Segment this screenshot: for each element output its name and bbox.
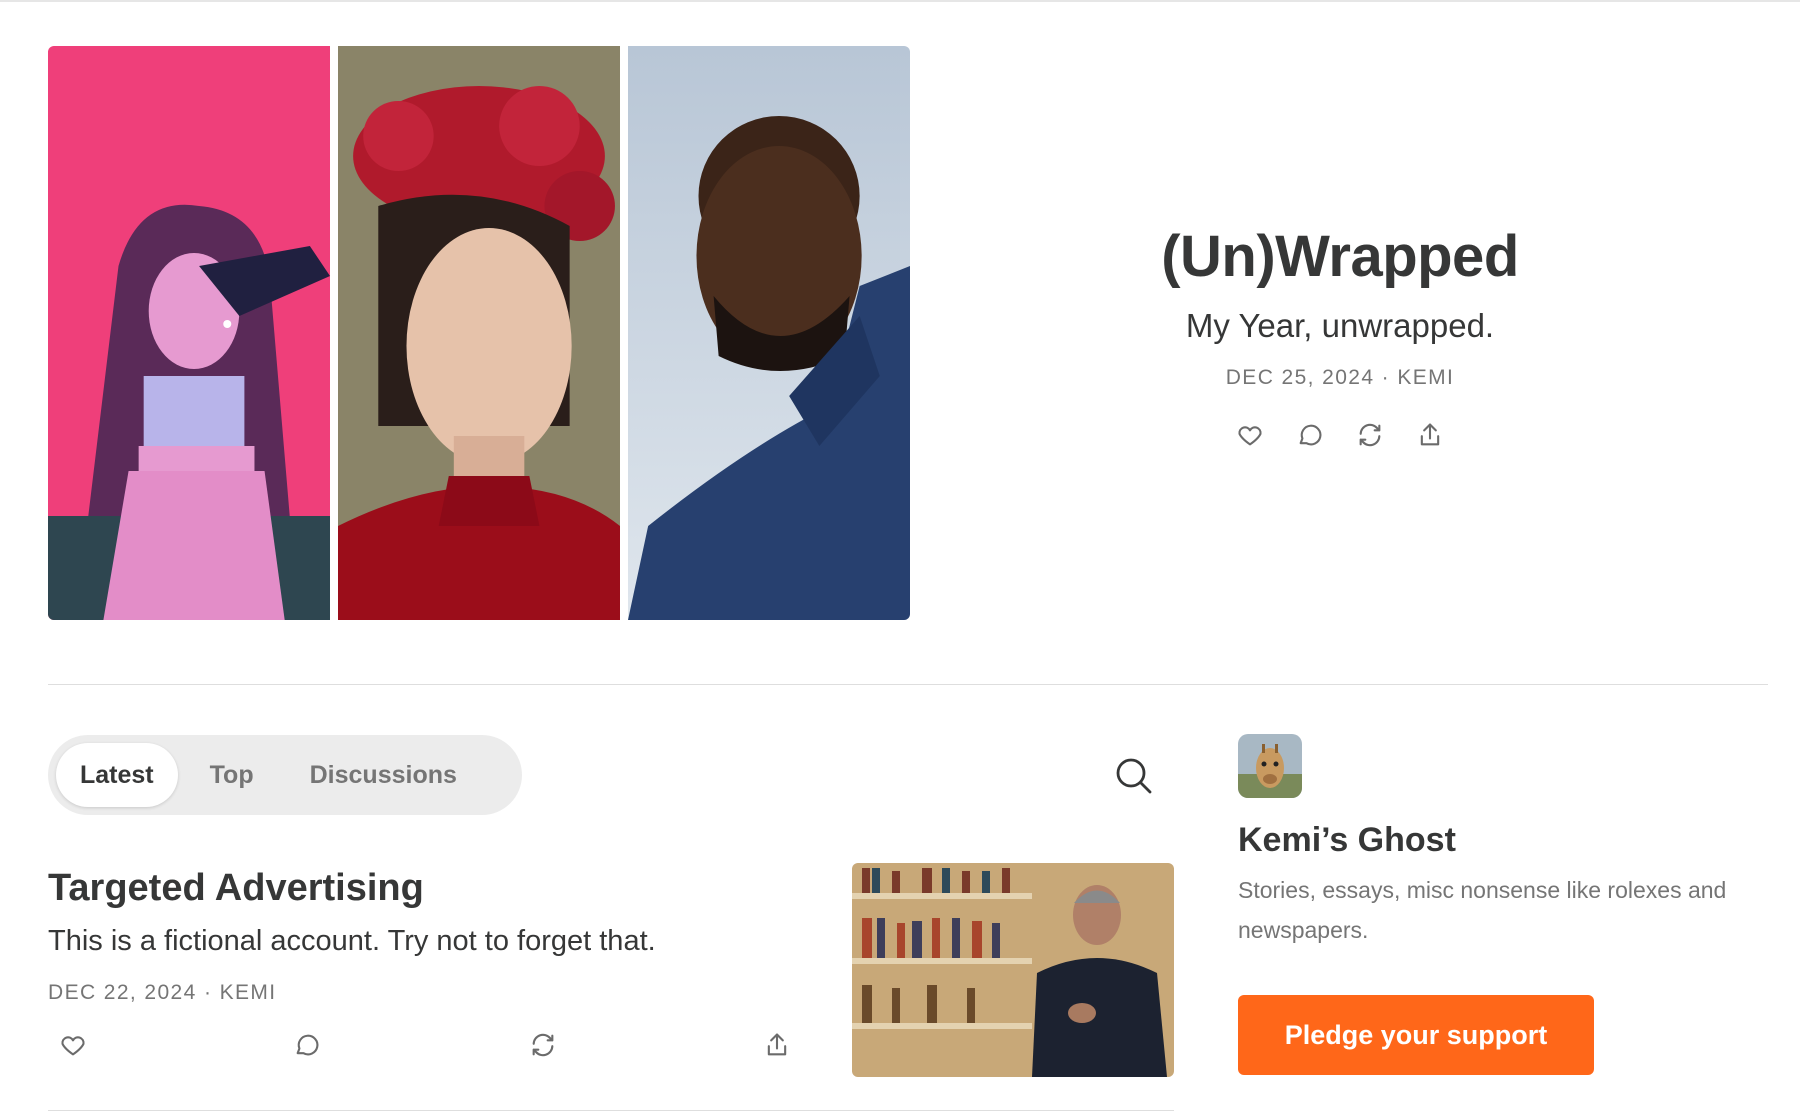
search-icon[interactable] (1112, 754, 1154, 796)
post-actions (56, 1028, 796, 1062)
tab-discussions[interactable]: Discussions (286, 743, 481, 807)
hero-post-title[interactable]: (Un)Wrapped (1090, 222, 1590, 292)
pledge-support-button[interactable]: Pledge your support (1238, 995, 1594, 1075)
hero-actions (1090, 418, 1590, 452)
share-icon[interactable] (1413, 418, 1447, 452)
hero-post-subtitle: My Year, unwrapped. (1185, 306, 1495, 344)
heart-icon[interactable] (1233, 418, 1267, 452)
post-subtitle: This is a fictional account. Try not to … (48, 925, 656, 957)
post-filter-tabs: Latest Top Discussions (48, 735, 522, 815)
post-divider (48, 1110, 1174, 1111)
publication-avatar[interactable] (1238, 734, 1302, 798)
comment-icon[interactable] (290, 1028, 324, 1062)
comment-icon[interactable] (1293, 418, 1327, 452)
top-rule (0, 0, 1800, 2)
section-divider (48, 684, 1768, 685)
publication-description: Stories, essays, misc nonsense like role… (1238, 877, 1727, 943)
hero-image-illustration (48, 46, 330, 620)
tab-top[interactable]: Top (186, 743, 278, 807)
hero-image-portrait-woman (338, 46, 620, 620)
share-icon[interactable] (760, 1028, 794, 1062)
hero-image-portrait-man (628, 46, 910, 620)
post-meta: DEC 22, 2024 · KEMI (48, 981, 277, 1004)
tab-latest[interactable]: Latest (56, 743, 178, 807)
restack-icon[interactable] (526, 1028, 560, 1062)
post-thumbnail[interactable] (852, 863, 1174, 1077)
heart-icon[interactable] (56, 1028, 90, 1062)
hero-image-collage[interactable] (48, 46, 910, 620)
post-title[interactable]: Targeted Advertising (48, 866, 424, 912)
restack-icon[interactable] (1353, 418, 1387, 452)
hero-post-info: (Un)Wrapped My Year, unwrapped. DEC 25, … (1090, 222, 1590, 452)
hero-post-meta: DEC 25, 2024 · KEMI (1225, 366, 1455, 390)
publication-name[interactable]: Kemi’s Ghost (1238, 820, 1456, 861)
